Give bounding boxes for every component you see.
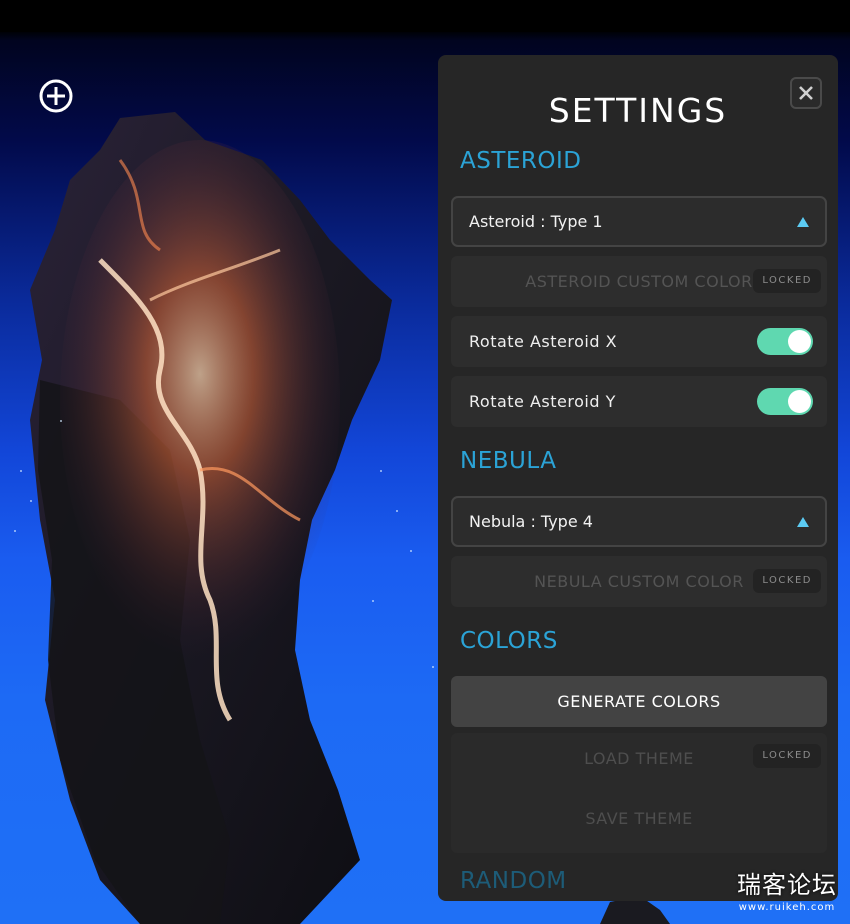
rotate-asteroid-y-label: Rotate Asteroid Y bbox=[469, 392, 616, 411]
rotate-asteroid-x-row: Rotate Asteroid X bbox=[451, 316, 827, 367]
theme-block: LOAD THEME LOCKED SAVE THEME bbox=[451, 733, 827, 853]
caret-up-icon bbox=[797, 517, 809, 527]
nebula-custom-color-row: NEBULA CUSTOM COLOR LOCKED bbox=[451, 556, 827, 607]
star bbox=[60, 420, 62, 422]
section-heading-random: RANDOM bbox=[460, 868, 567, 894]
section-heading-nebula: NEBULA bbox=[460, 448, 557, 474]
rotate-asteroid-x-toggle[interactable] bbox=[757, 328, 813, 355]
close-button[interactable] bbox=[790, 77, 822, 109]
caret-up-icon bbox=[797, 217, 809, 227]
rotate-asteroid-y-toggle[interactable] bbox=[757, 388, 813, 415]
close-icon bbox=[799, 86, 813, 100]
lava-glow bbox=[60, 140, 340, 660]
rotate-asteroid-y-row: Rotate Asteroid Y bbox=[451, 376, 827, 427]
settings-panel: SETTINGS ASTEROID Asteroid : Type 1 ASTE… bbox=[438, 55, 838, 901]
star bbox=[432, 666, 434, 668]
watermark-url: www.ruikeh.com bbox=[738, 902, 836, 913]
asteroid-custom-color-row: ASTEROID CUSTOM COLOR LOCKED bbox=[451, 256, 827, 307]
toggle-knob bbox=[788, 330, 811, 353]
star bbox=[14, 530, 16, 532]
watermark: 瑞客论坛 www.ruikeh.com bbox=[724, 868, 850, 924]
section-heading-asteroid: ASTEROID bbox=[460, 148, 582, 174]
locked-badge: LOCKED bbox=[753, 569, 821, 593]
wallpaper-preview: SETTINGS ASTEROID Asteroid : Type 1 ASTE… bbox=[0, 0, 850, 924]
star bbox=[372, 600, 374, 602]
watermark-text: 瑞客论坛 bbox=[737, 871, 837, 899]
asteroid-type-dropdown[interactable]: Asteroid : Type 1 bbox=[451, 196, 827, 247]
generate-colors-button[interactable]: GENERATE COLORS bbox=[451, 676, 827, 727]
star bbox=[410, 550, 412, 552]
add-circle-icon[interactable] bbox=[38, 78, 74, 114]
star bbox=[20, 470, 22, 472]
toggle-knob bbox=[788, 390, 811, 413]
section-heading-colors: COLORS bbox=[460, 628, 558, 654]
dropdown-value: Nebula : Type 4 bbox=[469, 512, 593, 531]
star bbox=[396, 510, 398, 512]
dropdown-value: Asteroid : Type 1 bbox=[469, 212, 603, 231]
locked-badge: LOCKED bbox=[753, 744, 821, 768]
star bbox=[380, 470, 382, 472]
rotate-asteroid-x-label: Rotate Asteroid X bbox=[469, 332, 618, 351]
star bbox=[30, 500, 32, 502]
panel-title: SETTINGS bbox=[548, 91, 728, 130]
locked-badge: LOCKED bbox=[753, 269, 821, 293]
nebula-type-dropdown[interactable]: Nebula : Type 4 bbox=[451, 496, 827, 547]
save-theme-button[interactable]: SAVE THEME bbox=[451, 809, 827, 828]
